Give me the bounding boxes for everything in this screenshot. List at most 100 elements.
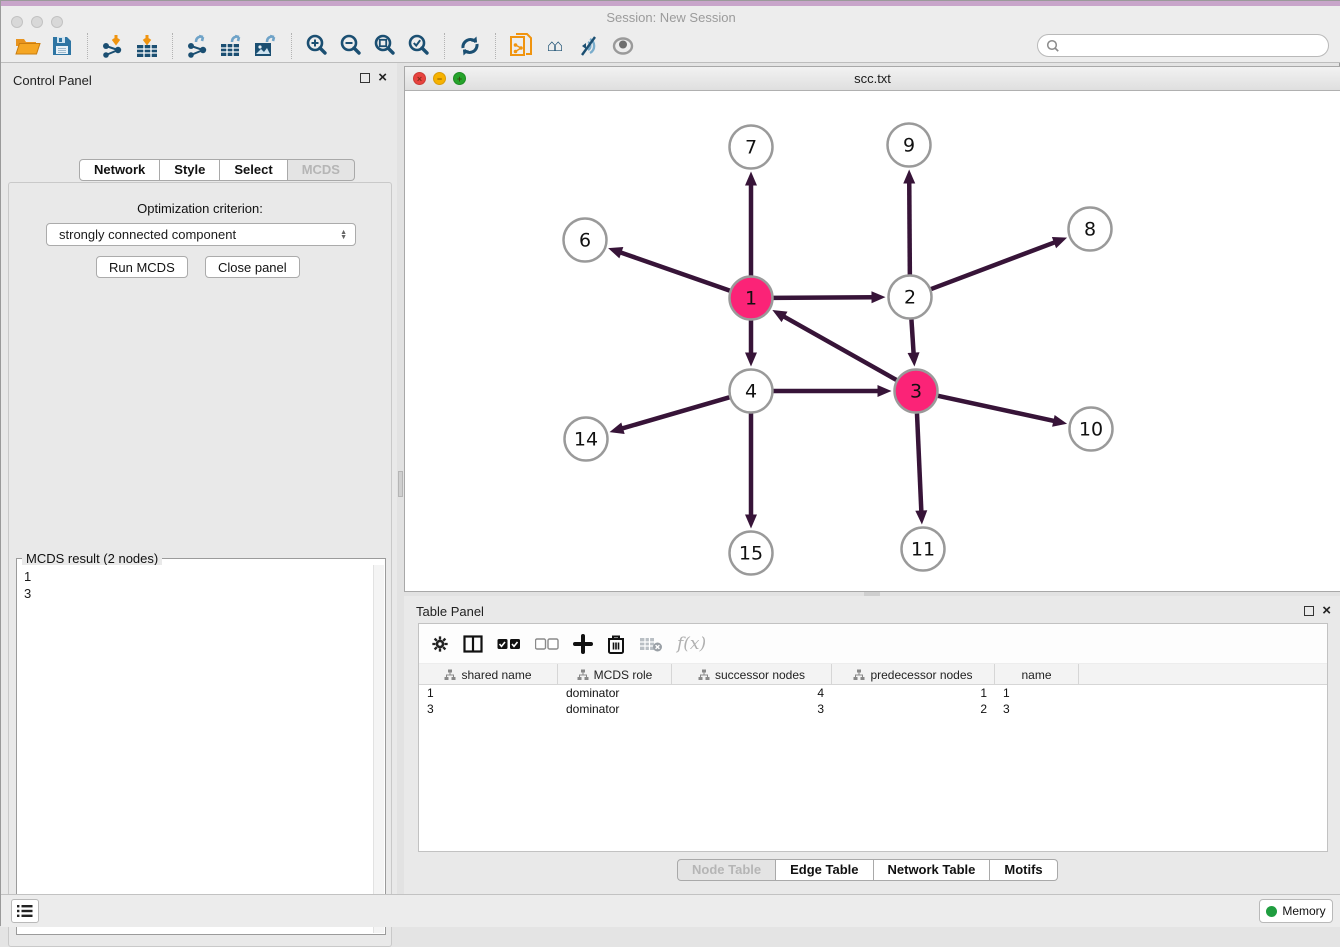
cell-name[interactable]: 3 (995, 701, 1079, 717)
table-header-row[interactable]: shared nameMCDS rolesuccessor nodesprede… (419, 664, 1327, 685)
cell-successor-nodes[interactable]: 4 (672, 685, 832, 701)
memory-button[interactable]: Memory (1259, 899, 1333, 923)
float-panel-icon[interactable] (360, 73, 370, 83)
cell-predecessor-nodes[interactable]: 1 (832, 685, 995, 701)
column-header-name[interactable]: name (995, 664, 1079, 685)
export-table-icon (219, 34, 245, 58)
minimize-network-button[interactable]: − (433, 72, 446, 85)
edge-2-9[interactable] (909, 180, 910, 274)
close-window-button[interactable] (11, 16, 23, 28)
save-session-button[interactable] (45, 31, 79, 61)
cell-successor-nodes[interactable]: 3 (672, 701, 832, 717)
search-input[interactable] (1065, 39, 1320, 53)
tab-network-table[interactable]: Network Table (874, 859, 991, 881)
cell-MCDS-role[interactable]: dominator (558, 701, 672, 717)
deselect-all-icon[interactable] (535, 638, 559, 650)
optimization-criterion-label: Optimization criterion: (9, 201, 391, 216)
function-builder-icon[interactable]: f(x) (677, 634, 706, 654)
network-window-titlebar[interactable]: × − + scc.txt (405, 67, 1340, 91)
tab-select[interactable]: Select (220, 159, 287, 181)
edge-arrowhead (908, 352, 920, 366)
window-traffic-lights[interactable] (11, 16, 63, 28)
run-mcds-button[interactable]: Run MCDS (96, 256, 188, 278)
close-panel-button[interactable]: Close panel (205, 256, 300, 278)
edge-2-8[interactable] (931, 242, 1057, 290)
open-session-button[interactable] (11, 31, 45, 61)
column-header-shared-name[interactable]: shared name (419, 664, 558, 685)
import-network-button[interactable] (96, 31, 130, 61)
splitter-grip[interactable] (398, 471, 403, 497)
edge-4-14[interactable] (620, 397, 729, 429)
clone-network-button[interactable] (504, 31, 538, 61)
zoom-window-button[interactable] (51, 16, 63, 28)
zoom-in-button[interactable] (300, 31, 334, 61)
edge-3-11[interactable] (917, 413, 921, 513)
cell-MCDS-role[interactable]: dominator (558, 685, 672, 701)
maximize-network-button[interactable]: + (453, 72, 466, 85)
show-columns-icon[interactable] (463, 635, 483, 653)
import-table-button[interactable] (130, 31, 164, 61)
edge-1-6[interactable] (619, 252, 730, 291)
tab-mcds[interactable]: MCDS (288, 159, 355, 181)
apply-layout-button[interactable] (453, 31, 487, 61)
table-row[interactable]: 1dominator411 (419, 685, 1327, 701)
cell-shared-name[interactable]: 1 (419, 685, 558, 701)
zoom-out-button[interactable] (334, 31, 368, 61)
hide-details-button[interactable] (572, 31, 606, 61)
column-header-successor-nodes[interactable]: successor nodes (672, 664, 832, 685)
network-window-traffic-lights[interactable]: × − + (413, 72, 466, 85)
column-header-MCDS-role[interactable]: MCDS role (558, 664, 672, 685)
network-graph-canvas[interactable]: 7968124314101511 (405, 91, 1340, 591)
delete-table-icon[interactable] (639, 636, 663, 652)
tab-motifs[interactable]: Motifs (990, 859, 1057, 881)
tab-style[interactable]: Style (160, 159, 220, 181)
edge-3-1[interactable] (782, 315, 896, 380)
node-label-7: 7 (745, 137, 757, 159)
cell-predecessor-nodes[interactable]: 2 (832, 701, 995, 717)
export-network-button[interactable] (181, 31, 215, 61)
edge-arrowhead (608, 247, 623, 258)
mcds-tab-content: Optimization criterion: strongly connect… (8, 182, 392, 947)
delete-column-icon[interactable] (607, 634, 625, 654)
table-panel-title: Table Panel (416, 604, 484, 619)
toolbar-separator (291, 33, 292, 59)
edge-1-2[interactable] (773, 297, 874, 298)
tab-network[interactable]: Network (79, 159, 160, 181)
close-panel-icon[interactable]: × (378, 73, 387, 83)
tab-node-table[interactable]: Node Table (677, 859, 776, 881)
edge-3-10[interactable] (938, 396, 1056, 422)
node-label-2: 2 (904, 287, 916, 309)
cell-name[interactable]: 1 (995, 685, 1079, 701)
export-table-button[interactable] (215, 31, 249, 61)
task-history-button[interactable] (11, 899, 39, 923)
optimization-criterion-select[interactable]: strongly connected component ▲▼ (46, 223, 356, 246)
export-image-button[interactable] (249, 31, 283, 61)
minimize-window-button[interactable] (31, 16, 43, 28)
result-scrollbar[interactable] (373, 565, 384, 933)
node-table[interactable]: shared nameMCDS rolesuccessor nodesprede… (419, 664, 1327, 717)
mcds-result-text[interactable]: 1 3 (18, 565, 373, 933)
table-row[interactable]: 3dominator323 (419, 701, 1327, 717)
zoom-selected-button[interactable] (402, 31, 436, 61)
houses-icon: ⌂⌂ (547, 36, 564, 56)
edge-2-3[interactable] (911, 319, 913, 355)
tab-edge-table[interactable]: Edge Table (776, 859, 873, 881)
select-all-icon[interactable] (497, 638, 521, 650)
cell-shared-name[interactable]: 3 (419, 701, 558, 717)
close-network-button[interactable]: × (413, 72, 426, 85)
close-panel-icon[interactable]: × (1322, 606, 1331, 616)
table-settings-gear-icon[interactable] (431, 635, 449, 653)
zoom-fit-icon (373, 34, 397, 58)
home-view-button[interactable]: ⌂⌂ (538, 31, 572, 61)
column-header-predecessor-nodes[interactable]: predecessor nodes (832, 664, 995, 685)
table-body[interactable]: 1dominator4113dominator323 (419, 685, 1327, 717)
export-image-icon (253, 34, 279, 58)
search-field[interactable] (1037, 34, 1329, 57)
vertical-splitter[interactable] (397, 63, 404, 894)
float-panel-icon[interactable] (1304, 606, 1314, 616)
control-panel-title: Control Panel (13, 73, 92, 88)
show-graphics-button[interactable] (606, 31, 640, 61)
zoom-fit-button[interactable] (368, 31, 402, 61)
memory-label: Memory (1282, 904, 1325, 918)
add-column-icon[interactable] (573, 634, 593, 654)
